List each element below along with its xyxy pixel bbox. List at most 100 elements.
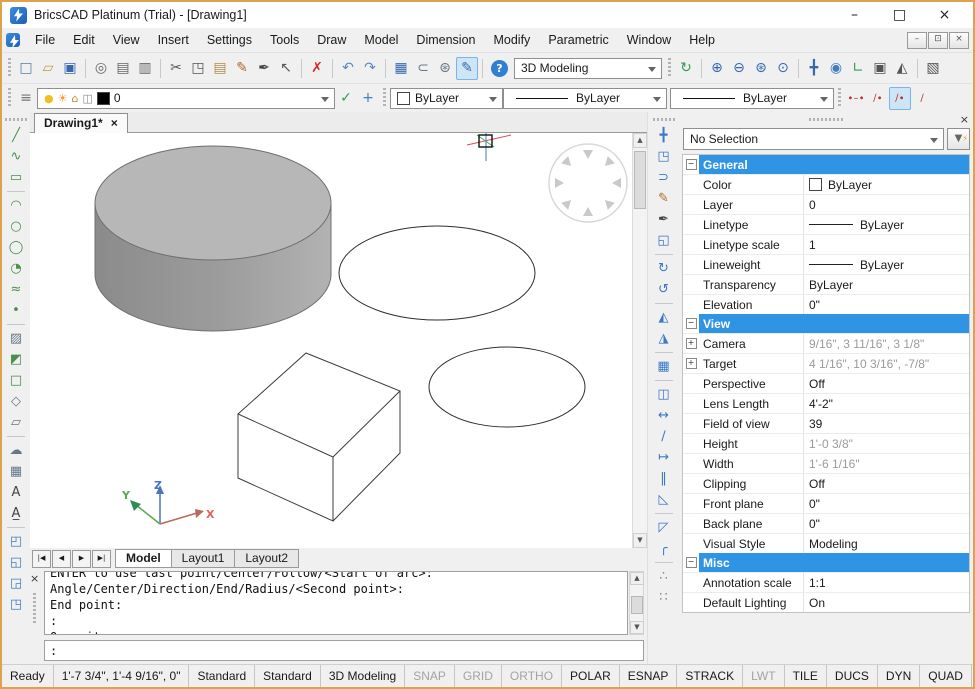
extend-icon[interactable]: ↦ [653,447,675,468]
copy-icon[interactable]: ◳ [187,57,209,80]
property-value[interactable]: On [804,596,969,610]
undo-icon[interactable]: ↶ [337,57,359,80]
align-icon[interactable]: ◫ [653,384,675,405]
point-icon[interactable]: • [5,300,27,321]
text-style-field[interactable]: Standard [189,665,255,687]
move-icon[interactable]: ╋ [653,125,675,146]
scroll-down-icon[interactable]: ▼ [630,621,644,634]
print-preview-icon[interactable]: ◎ [90,57,112,80]
canvas-vertical-scrollbar[interactable]: ▲ ▼ [632,133,647,548]
property-value[interactable]: ByLayer [804,258,969,272]
toolbar-grip[interactable] [668,58,671,78]
coordinates-display[interactable]: 1'-7 3/4", 1'-4 9/16", 0" [54,665,190,687]
property-section-header[interactable]: − View [683,314,969,333]
property-filter-button[interactable]: ▼ ⚡ [947,128,970,150]
first-layout-button[interactable]: |◀ [32,550,51,568]
property-row[interactable]: Linetype scale 1 [683,234,969,254]
property-value[interactable]: 0" [804,517,969,531]
revision-cloud-icon[interactable]: ☁ [5,440,27,461]
status-toggle[interactable]: POLAR [562,665,620,687]
property-value[interactable]: Off [804,377,969,391]
attachments-icon[interactable]: ⊂ [412,57,434,80]
toolbar-grip[interactable] [383,88,386,108]
collapse-icon[interactable]: − [686,159,697,170]
layer-states-icon[interactable]: ✓ [335,87,357,110]
ucs-toolbar-icon[interactable]: ∟ [847,57,869,80]
xref-icon[interactable]: ◱ [5,552,27,573]
mdi-restore-button[interactable]: ⊡ [928,32,948,49]
box-solid-icon[interactable]: ▧ [922,57,944,80]
document-tab[interactable]: Drawing1* × [34,113,128,133]
status-toggle[interactable]: SNAP [405,665,455,687]
linetype-combo[interactable]: ByLayer [503,88,667,109]
workspace-combo[interactable]: 3D Modeling [514,58,662,79]
toolbar-grip[interactable] [8,88,11,108]
wireframe-box[interactable] [238,353,400,521]
last-layout-button[interactable]: ▶| [92,550,111,568]
property-value[interactable]: ByLayer [804,278,969,292]
zoom-in-icon[interactable]: ⊕ [706,57,728,80]
property-value[interactable]: 1'-6 1/16" [804,457,969,471]
arc-icon[interactable]: ◠ [5,195,27,216]
rotation-widget[interactable] [549,144,627,222]
lineweight-combo[interactable]: ByLayer [670,88,834,109]
status-toggle[interactable]: ORTHO [502,665,562,687]
drawing-explorer-icon[interactable]: ▦ [390,57,412,80]
property-value[interactable]: 1'-0 3/8" [804,437,969,451]
property-row[interactable]: + Target 4 1/16", 10 3/16", -7/8" [683,353,969,373]
entity-snap-icon-3[interactable]: ∕∙ [889,87,911,110]
property-section-header[interactable]: − General [683,155,969,174]
property-row[interactable]: Height 1'-0 3/8" [683,433,969,453]
trim-icon[interactable]: ∕ [653,426,675,447]
zoom-out-icon[interactable]: ⊖ [728,57,750,80]
new-drawing-icon[interactable]: □ [15,57,37,80]
divide-icon[interactable]: ∴ [653,566,675,587]
property-row[interactable]: Width 1'-6 1/16" [683,453,969,473]
text-icon[interactable]: A [5,482,27,503]
edit-drawing-icon[interactable]: ✎ [456,57,478,80]
region-icon[interactable]: ◇ [5,391,27,412]
circle-entity[interactable] [339,226,535,320]
property-value[interactable]: 4'-2" [804,397,969,411]
next-layout-button[interactable]: ▶ [72,550,91,568]
match-properties-icon[interactable]: ✎ [231,57,253,80]
property-value[interactable]: ByLayer [804,178,969,192]
scroll-down-icon[interactable]: ▼ [633,533,647,548]
wipeout-icon[interactable]: ▱ [5,412,27,433]
property-value[interactable]: 4 1/16", 10 3/16", -7/8" [804,357,969,371]
print-icon[interactable]: ▤ [112,57,134,80]
property-row[interactable]: Transparency ByLayer [683,274,969,294]
block-edit-icon[interactable]: ◳ [5,594,27,615]
pan-icon[interactable]: ╋ [803,57,825,80]
menu-item[interactable]: Dimension [407,30,484,50]
property-value[interactable]: 0 [804,198,969,212]
layout-tab[interactable]: Layout2 [234,549,299,568]
property-value[interactable]: ByLayer [804,218,969,232]
layers-manager-icon[interactable]: ≡ [15,87,37,110]
selection-combo[interactable]: No Selection [683,128,944,150]
match-properties-icon[interactable]: ✎ [653,188,675,209]
menu-item[interactable]: Model [355,30,407,50]
paste-icon[interactable]: ▤ [209,57,231,80]
cut-icon[interactable]: ✂ [165,57,187,80]
boundary-icon[interactable]: □ [5,370,27,391]
line-icon[interactable]: ╱ [5,125,27,146]
property-value[interactable]: Off [804,477,969,491]
offset-icon[interactable]: ⊃ [653,167,675,188]
property-row[interactable]: Lineweight ByLayer [683,254,969,274]
property-row[interactable]: Elevation 0" [683,294,969,314]
rectangle-icon[interactable]: ▭ [5,167,27,188]
property-value[interactable]: 1:1 [804,576,969,590]
image-attach-icon[interactable]: ◲ [5,573,27,594]
minimize-button[interactable]: – [832,7,877,23]
menu-item[interactable]: Edit [64,30,104,50]
table-icon[interactable]: ▦ [5,461,27,482]
scrollbar-thumb[interactable] [634,151,646,209]
hatch-icon[interactable]: ▨ [5,328,27,349]
cylinder-solid[interactable] [95,146,331,331]
maximize-button[interactable]: □ [877,7,922,23]
zoom-previous-icon[interactable]: ⊙ [772,57,794,80]
menu-item[interactable]: View [104,30,149,50]
property-value[interactable]: 1 [804,238,969,252]
close-icon[interactable]: × [30,572,39,585]
